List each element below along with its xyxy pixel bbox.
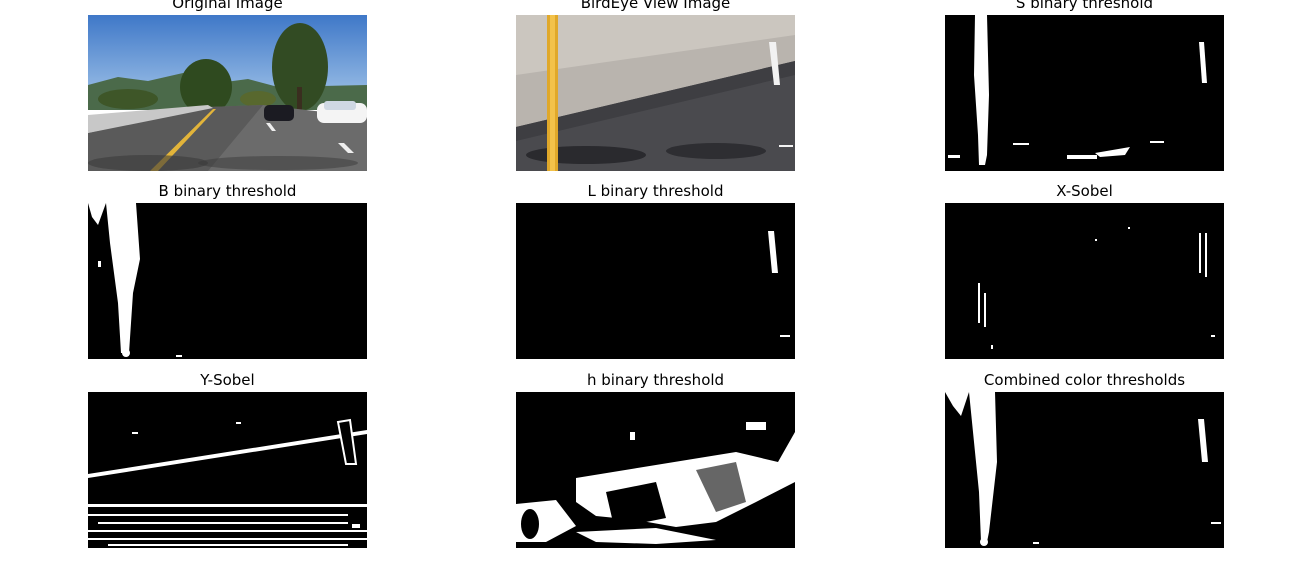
road-photo-image bbox=[88, 15, 367, 171]
panel-title: B binary threshold bbox=[158, 182, 297, 200]
panel-birdeye-view: BirdEye View Image bbox=[516, 0, 795, 171]
combined-image bbox=[945, 392, 1224, 548]
panel-title: h binary threshold bbox=[586, 371, 725, 389]
panel-title: Original Image bbox=[172, 0, 283, 12]
x-sobel-image bbox=[945, 203, 1224, 359]
panel-b-binary: B binary threshold bbox=[88, 182, 367, 359]
panel-title: Combined color thresholds bbox=[983, 371, 1186, 389]
panel-title: S binary threshold bbox=[1015, 0, 1154, 12]
panel-l-binary: L binary threshold bbox=[516, 182, 795, 359]
birdeye-photo-image bbox=[516, 15, 795, 171]
b-binary-image bbox=[88, 203, 367, 359]
panel-x-sobel: X-Sobel bbox=[945, 182, 1224, 359]
panel-title: Y-Sobel bbox=[200, 371, 255, 389]
panel-h-binary: h binary threshold bbox=[516, 371, 795, 548]
y-sobel-image bbox=[88, 392, 367, 548]
l-binary-image bbox=[516, 203, 795, 359]
panel-title: L binary threshold bbox=[587, 182, 724, 200]
panel-original-image: Original Image bbox=[88, 0, 367, 171]
panel-combined: Combined color thresholds bbox=[945, 371, 1224, 548]
panel-title: X-Sobel bbox=[1056, 182, 1113, 200]
s-binary-image bbox=[945, 15, 1224, 171]
panel-s-binary: S binary threshold bbox=[945, 0, 1224, 171]
panel-title: BirdEye View Image bbox=[580, 0, 731, 12]
panel-y-sobel: Y-Sobel bbox=[88, 371, 367, 548]
h-binary-image bbox=[516, 392, 795, 548]
